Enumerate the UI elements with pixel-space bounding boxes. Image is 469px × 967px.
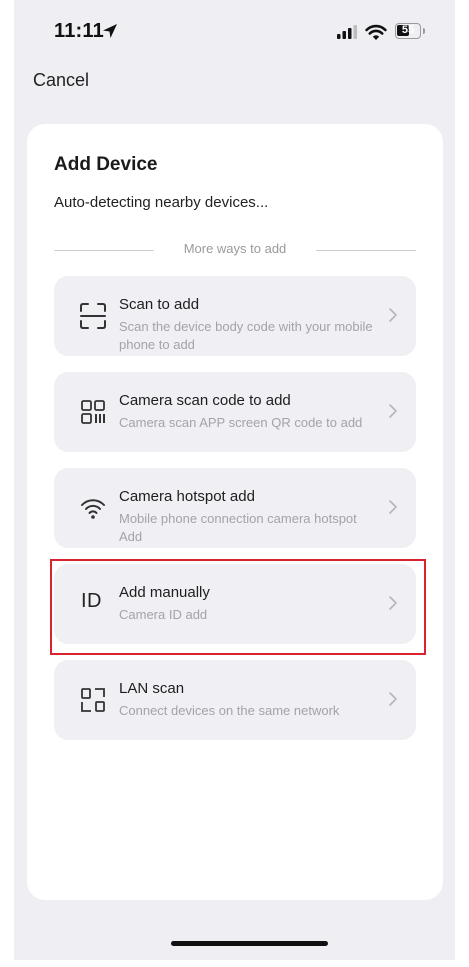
signal-icon (337, 25, 357, 39)
option-title: Scan to add (119, 296, 200, 313)
lan-icon (81, 688, 105, 712)
divider-line-right (316, 250, 416, 251)
option-title: Camera scan code to add (119, 392, 291, 409)
cancel-button[interactable]: Cancel (33, 70, 89, 91)
home-indicator[interactable] (171, 941, 328, 946)
option-scan-to-add[interactable]: Scan to add Scan the device body code wi… (54, 276, 416, 356)
chevron-right-icon (389, 692, 397, 706)
battery-level: 55 (401, 24, 415, 36)
option-camera-hotspot[interactable]: Camera hotspot add Mobile phone connecti… (54, 468, 416, 548)
chevron-right-icon (389, 596, 397, 610)
divider-label: More ways to add (183, 241, 287, 256)
card-title: Add Device (54, 154, 158, 175)
battery-cap (423, 28, 425, 34)
location-arrow-icon (103, 24, 117, 38)
scan-frame-icon (80, 303, 106, 329)
option-description: Mobile phone connection camera hotspot A… (119, 511, 357, 544)
option-title: Camera hotspot add (119, 488, 255, 505)
option-description: Scan the device body code with your mobi… (119, 319, 373, 352)
option-title: Add manually (119, 584, 210, 601)
add-device-card: Add Device Auto-detecting nearby devices… (27, 124, 443, 900)
chevron-right-icon (389, 500, 397, 514)
option-description: Camera scan APP screen QR code to add (119, 415, 363, 430)
more-ways-divider: More ways to add (54, 240, 416, 260)
option-title: LAN scan (119, 680, 185, 697)
status-time: 11:11 (54, 20, 104, 42)
id-icon: ID (81, 590, 102, 612)
chevron-right-icon (389, 308, 397, 322)
battery-icon: 55 (395, 23, 421, 39)
status-bar: 11:11 55 (14, 0, 455, 62)
qr-code-icon (81, 400, 105, 424)
option-description: Connect devices on the same network (119, 703, 340, 718)
detecting-status: Auto-detecting nearby devices... (54, 194, 269, 211)
option-add-manually[interactable]: ID Add manually Camera ID add (54, 564, 416, 644)
wifi-hotspot-icon (81, 499, 105, 519)
option-camera-scan-code[interactable]: Camera scan code to add Camera scan APP … (54, 372, 416, 452)
option-lan-scan[interactable]: LAN scan Connect devices on the same net… (54, 660, 416, 740)
chevron-right-icon (389, 404, 397, 418)
option-description: Camera ID add (119, 607, 208, 622)
phone-screen: 11:11 55 Cancel Add Device Auto-detectin… (14, 0, 455, 960)
wifi-icon (365, 24, 387, 40)
